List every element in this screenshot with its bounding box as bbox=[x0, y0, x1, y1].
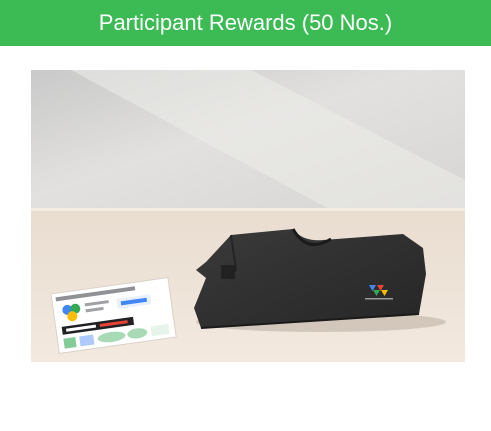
reward-photo-illustration bbox=[31, 70, 465, 362]
table-edge bbox=[31, 208, 465, 211]
page-title: Participant Rewards (50 Nos.) bbox=[98, 10, 393, 35]
tshirt bbox=[194, 228, 426, 329]
header-banner: Participant Rewards (50 Nos.) bbox=[0, 0, 491, 46]
reward-photo bbox=[31, 70, 465, 362]
